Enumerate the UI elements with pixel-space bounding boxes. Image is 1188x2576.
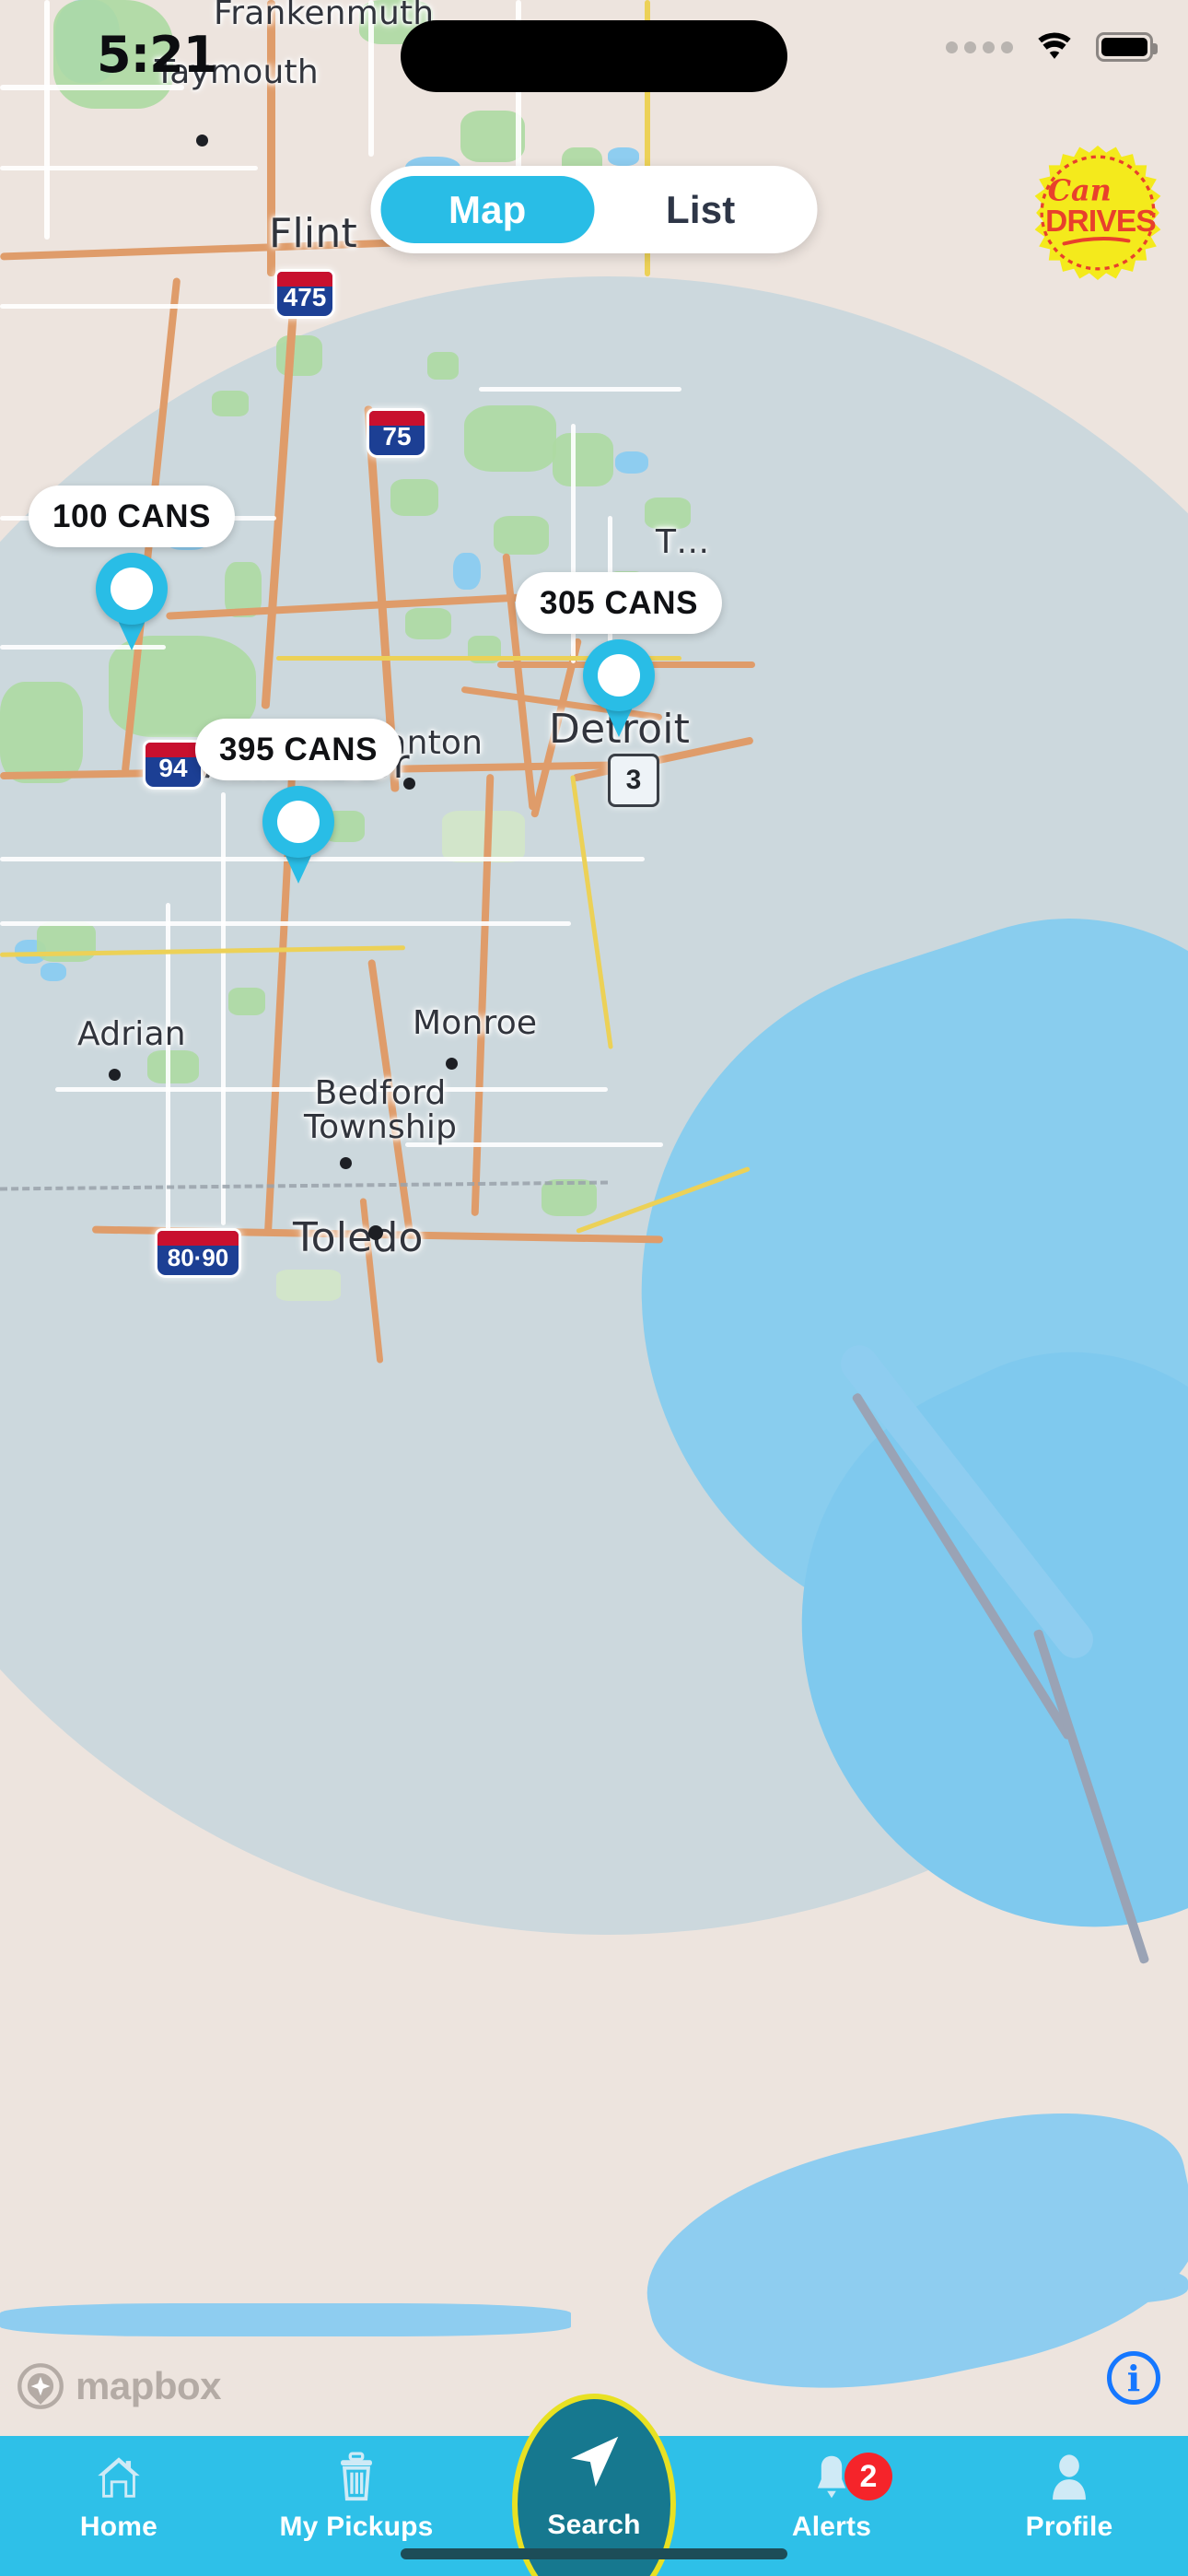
svg-text:Can: Can [1048,172,1112,207]
home-indicator [401,2548,787,2559]
bottle-cap-icon: Can DRIVES [1034,146,1161,280]
green-patch-c7 [494,516,549,555]
road-minor-grid-5 [0,166,258,170]
shield-number: 80·90 [167,1244,229,1271]
map-canvas[interactable]: Frankenmuth Taymouth Flint Detroit Canto… [0,0,1188,2576]
bell-icon: 2 [809,2449,892,2506]
place-label-adrian: Adrian [77,1015,186,1053]
water-patch-4 [453,553,481,590]
green-patch-c8 [405,608,451,639]
place-dot [446,1058,458,1070]
green-patch-s2 [147,1050,199,1083]
person-icon [1046,2449,1092,2506]
nav-item-profile[interactable]: Profile [950,2436,1188,2576]
green-patch-s3 [228,988,265,1015]
place-label: Frankenmuth [214,0,435,32]
highway-shield-i75: 75 [367,408,427,458]
mapbox-attribution[interactable]: mapbox [17,2362,222,2410]
highway-shield-i475: 475 [274,269,335,319]
nav-item-home[interactable]: Home [0,2436,238,2576]
pin-label: 305 CANS [515,572,723,634]
road-minor-grid-7 [0,304,276,309]
pin-label: 395 CANS [194,719,402,780]
can-drives-logo[interactable]: Can DRIVES [1028,143,1168,283]
pin-center-dot-icon [598,654,640,697]
water-patch-9 [0,2303,571,2336]
green-patch-c2 [553,433,613,486]
pin-center-dot-icon [277,801,320,843]
green-patch-c1 [464,405,556,472]
water-patch-2 [608,147,639,166]
place-label: Taymouth [155,53,319,91]
green-patch-n4 [276,335,322,376]
mapbox-logo-icon [17,2363,64,2409]
place-dot [368,1225,383,1240]
shield-number: 3 [625,765,642,795]
navigation-arrow-icon [562,2432,626,2489]
nav-label-profile: Profile [1025,2512,1113,2542]
map-pin-305-cans[interactable]: 305 CANS [515,572,723,737]
nav-label-alerts: Alerts [791,2512,872,2542]
place-label-troy: T… [656,523,710,561]
highway-shield-canada-3: 3 [608,754,659,807]
pin-marker[interactable] [262,786,334,884]
water-patch-5 [615,451,648,474]
pin-label: 100 CANS [28,486,236,547]
trash-can-icon [332,2449,381,2506]
mapbox-wordmark: mapbox [76,2364,222,2407]
road-minor-grid-17 [479,387,681,392]
shield-number: 475 [283,283,327,311]
highway-shield-i80-90: 80·90 [155,1228,241,1278]
place-label-flint: Flint [269,210,357,257]
nav-label-home: Home [79,2512,158,2542]
green-patch-n6 [427,352,459,380]
place-dot [109,1069,121,1081]
place-dot [340,1157,352,1169]
nav-label-my-pickups: My Pickups [279,2512,434,2542]
home-icon [92,2449,146,2506]
info-label: i [1126,2357,1141,2399]
svg-text:DRIVES: DRIVES [1045,205,1156,239]
pin-marker[interactable] [583,639,655,737]
green-patch-c5 [0,682,83,783]
green-patch-s5 [276,1270,341,1301]
road-minor-grid-14 [221,792,226,1225]
water-maumee-bay [625,2082,1188,2432]
map-info-button[interactable]: i [1107,2351,1160,2405]
place-label-bedford-twp: Bedford Township [304,1074,458,1147]
map-pin-100-cans[interactable]: 100 CANS [28,486,236,650]
green-patch-c3 [390,479,438,516]
map-pin-395-cans[interactable]: 395 CANS [194,719,402,884]
green-patch-n5 [212,391,249,416]
tab-map[interactable]: Map [380,176,594,243]
road-minor-grid-11 [0,921,571,926]
shield-number: 94 [158,754,188,782]
place-label-monroe: Monroe [413,1004,538,1042]
nav-label-search: Search [547,2510,641,2540]
pin-marker[interactable] [96,553,168,650]
shield-number: 75 [382,422,412,451]
alerts-badge: 2 [844,2453,892,2500]
view-mode-toggle[interactable]: Map List [370,166,818,253]
water-patch-7 [41,963,66,981]
place-label-toledo: Toledo [293,1214,424,1261]
road-minor-grid-2 [44,0,50,240]
place-dot [196,135,208,146]
pin-center-dot-icon [111,568,153,610]
tab-list[interactable]: List [594,176,808,243]
